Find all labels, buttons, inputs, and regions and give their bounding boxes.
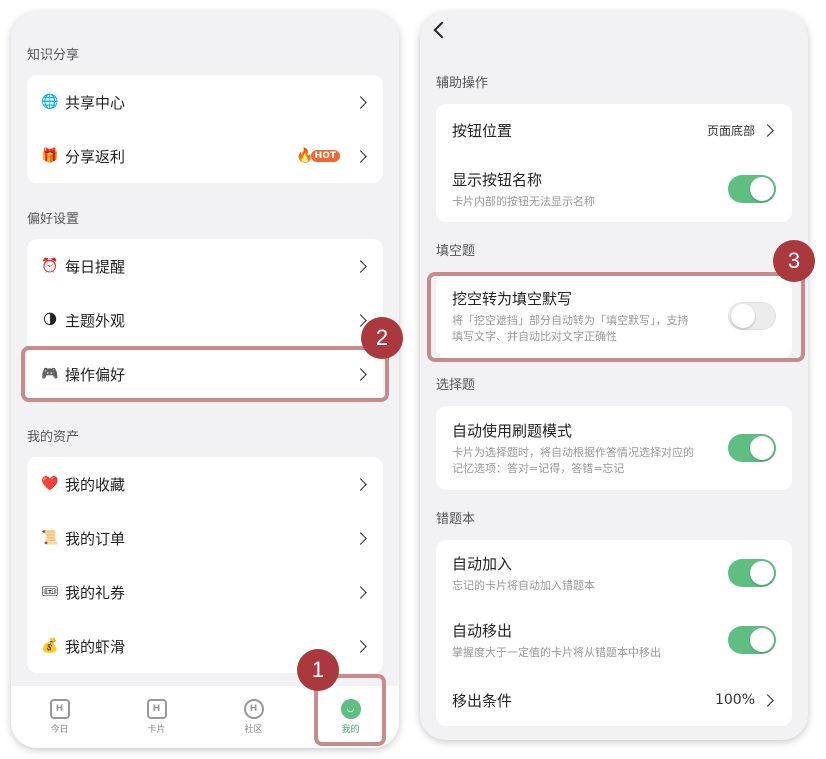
auto-drill-mode-toggle[interactable] [728, 434, 776, 462]
menu-item-label: 每日提醒 [65, 257, 126, 276]
operation-preference-screen: 辅助操作 按钮位置 页面底部 显示按钮名称 卡片内部的按钮无法显示名称 填空题 … [420, 12, 808, 740]
tab-label: 卡片 [147, 725, 166, 735]
menu-item-orders[interactable]: 📜 我的订单 [27, 511, 383, 565]
hot-badge-text: HOT [310, 150, 340, 162]
step-marker-1: 1 [297, 649, 339, 691]
menu-item-favorites[interactable]: ❤️ 我的收藏 [27, 457, 383, 511]
tab-label: 社区 [244, 725, 263, 735]
chevron-right-icon [354, 531, 367, 545]
tab-cards[interactable]: H 卡片 [108, 686, 205, 748]
ticket-icon: 🎟 [41, 584, 59, 600]
choice-card: 自动使用刷题模式 卡片为选择题时，将自动根据作答情况选择对应的 记忆选项：答对=记… [436, 406, 792, 490]
card-icon: H [146, 699, 167, 719]
section-title-fill: 填空题 [436, 244, 476, 259]
moon-icon: 🌗 [42, 312, 58, 328]
section-title-knowledge: 知识分享 [27, 48, 80, 63]
tab-today[interactable]: H 今日 [11, 686, 108, 748]
chevron-right-icon [354, 585, 367, 599]
setting-remove-condition[interactable]: 移出条件 100% [436, 674, 792, 726]
setting-title: 移出条件 [452, 691, 513, 710]
menu-item-label: 共享中心 [65, 93, 126, 112]
setting-value: 100% [714, 692, 755, 708]
chevron-right-icon [354, 477, 367, 491]
menu-item-label: 我的礼券 [65, 583, 126, 602]
section-title-wrong-book: 错题本 [436, 512, 476, 527]
setting-button-position[interactable]: 按钮位置 页面底部 [436, 104, 792, 156]
highlight-operation-preference [21, 346, 389, 402]
menu-item-share-center[interactable]: 🌐 共享中心 [27, 75, 383, 129]
assets-card: ❤️ 我的收藏 📜 我的订单 🎟 我的礼券 💰 我的虾滑 [27, 457, 383, 673]
setting-title: 自动移出 [452, 621, 513, 640]
show-button-names-toggle[interactable] [728, 175, 776, 203]
setting-auto-drill-mode: 自动使用刷题模式 卡片为选择题时，将自动根据作答情况选择对应的 记忆选项：答对=记… [436, 406, 792, 490]
menu-item-label: 我的收藏 [65, 475, 126, 494]
chevron-right-icon [761, 693, 774, 707]
auto-add-toggle[interactable] [728, 559, 776, 587]
back-arrow-icon[interactable] [433, 21, 451, 39]
section-title-choice: 选择题 [436, 378, 476, 393]
setting-desc: 掌握度大于一定值的卡片将从错题本中移出 [452, 645, 661, 659]
menu-item-label: 分享返利 [65, 147, 126, 166]
setting-desc: 忘记的卡片将自动加入错题本 [452, 578, 595, 592]
chevron-right-icon [354, 95, 367, 109]
chevron-right-icon [354, 149, 367, 163]
setting-value: 页面底部 [706, 123, 755, 138]
section-title-assist: 辅助操作 [436, 76, 489, 91]
section-title-assets: 我的资产 [27, 430, 80, 445]
chevron-right-icon [354, 259, 367, 273]
gift-icon: 🎁 [41, 148, 59, 164]
chevron-right-icon [761, 123, 774, 137]
menu-item-label: 主题外观 [65, 311, 126, 330]
globe-icon: 🌐 [41, 94, 59, 110]
section-title-preferences: 偏好设置 [27, 212, 80, 227]
knowledge-card: 🌐 共享中心 🎁 分享返利 🔥 HOT [27, 75, 383, 183]
menu-item-label: 我的订单 [65, 529, 126, 548]
menu-item-theme[interactable]: 🌗 主题外观 [27, 293, 383, 347]
menu-item-coupons[interactable]: 🎟 我的礼券 [27, 565, 383, 619]
step-marker-3: 3 [773, 240, 815, 282]
wrong-book-card: 自动加入 忘记的卡片将自动加入错题本 自动移出 掌握度大于一定值的卡片将从错题本… [436, 540, 792, 726]
scroll-icon: 📜 [41, 530, 59, 546]
setting-title: 按钮位置 [452, 121, 513, 140]
assist-card: 按钮位置 页面底部 显示按钮名称 卡片内部的按钮无法显示名称 [436, 104, 792, 222]
setting-auto-add: 自动加入 忘记的卡片将自动加入错题本 [436, 540, 792, 606]
menu-item-share-rebate[interactable]: 🎁 分享返利 🔥 HOT [27, 129, 383, 183]
chevron-right-icon [354, 639, 367, 653]
setting-show-button-names: 显示按钮名称 卡片内部的按钮无法显示名称 [436, 156, 792, 222]
calendar-icon: H [49, 699, 70, 719]
tab-label: 今日 [50, 725, 69, 735]
highlight-convert-to-fill [427, 272, 805, 362]
setting-auto-remove: 自动移出 掌握度大于一定值的卡片将从错题本中移出 [436, 606, 792, 674]
setting-title: 显示按钮名称 [452, 170, 543, 189]
setting-desc: 卡片内部的按钮无法显示名称 [452, 194, 595, 208]
setting-title: 自动使用刷题模式 [452, 421, 573, 440]
community-icon: H [243, 699, 264, 719]
heart-icon: ❤️ [41, 476, 59, 492]
auto-remove-toggle[interactable] [728, 626, 776, 654]
menu-item-daily-reminder[interactable]: ⏰ 每日提醒 [27, 239, 383, 293]
setting-desc: 卡片为选择题时，将自动根据作答情况选择对应的 记忆选项：答对=记得，答错=忘记 [452, 445, 694, 475]
step-marker-2: 2 [361, 317, 403, 359]
alarm-clock-icon: ⏰ [41, 258, 59, 274]
setting-title: 自动加入 [452, 554, 513, 573]
hot-badge: 🔥 HOT [296, 148, 340, 164]
tab-community[interactable]: H 社区 [205, 686, 302, 748]
money-bag-icon: 💰 [41, 638, 59, 654]
